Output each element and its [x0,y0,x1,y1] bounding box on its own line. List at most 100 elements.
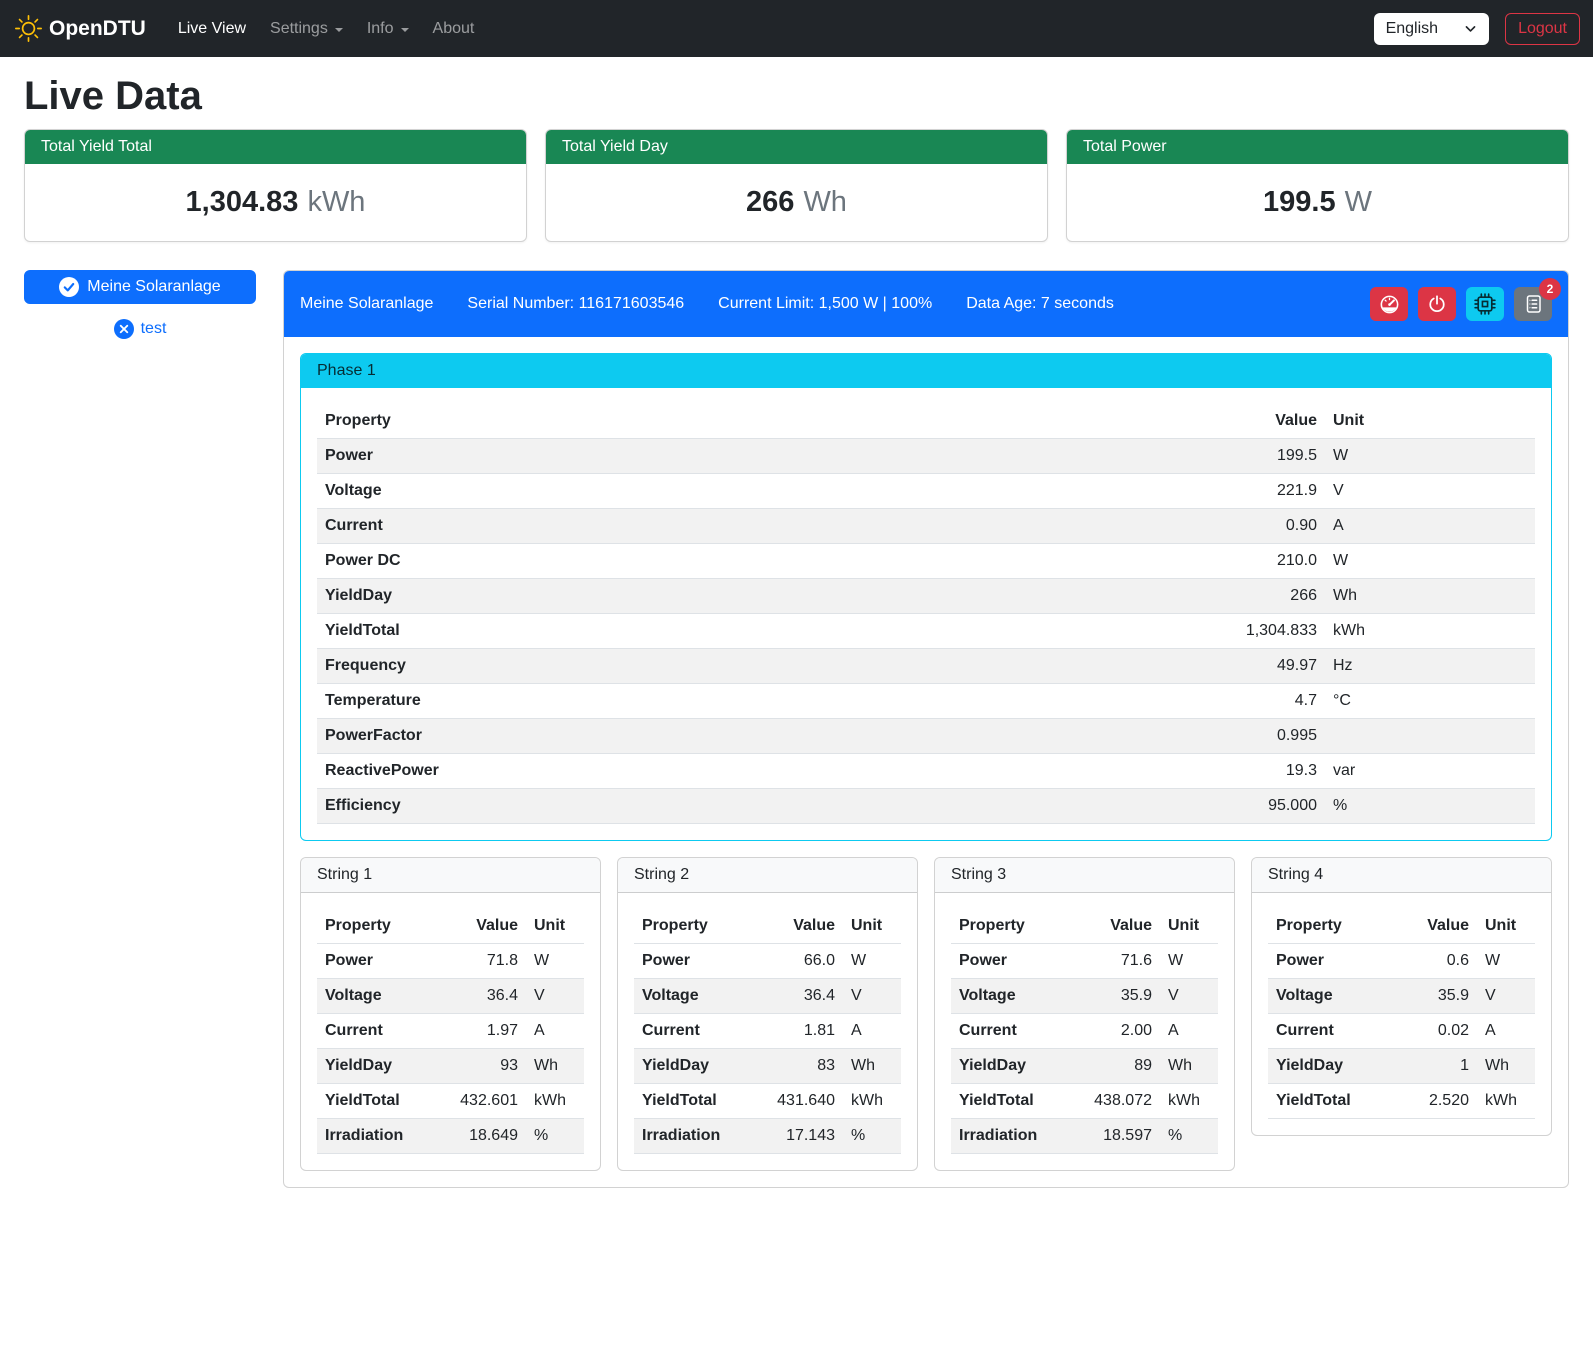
value-cell: 66.0 [759,944,843,979]
property-cell: Power [317,944,442,979]
value-cell: 0.6 [1393,944,1477,979]
power-toggle-button[interactable] [1418,287,1456,321]
property-cell: Voltage [317,474,1185,509]
table-row: ReactivePower19.3var [317,754,1535,789]
event-count-badge[interactable]: 2 [1539,278,1561,300]
table-row: YieldDay89Wh [951,1049,1218,1084]
table-row: Voltage35.9V [951,979,1218,1014]
brand[interactable]: OpenDTU [13,11,154,46]
chevron-down-icon [1464,22,1477,35]
card-value: 266 [746,186,794,219]
value-cell: 0.90 [1185,509,1325,544]
nav-item-info[interactable]: Info [355,12,421,46]
value-cell: 35.9 [1076,979,1160,1014]
inverter-actions: 2 [1370,287,1552,321]
unit-cell: W [526,944,584,979]
unit-cell: Wh [843,1049,901,1084]
sidebar-item-label: test [141,320,167,338]
unit-cell: kWh [1477,1084,1535,1119]
value-cell: 71.8 [442,944,526,979]
total-yield-day-card: Total Yield Day 266 Wh [545,129,1048,242]
unit-cell: °C [1325,684,1535,719]
property-cell: Voltage [317,979,442,1014]
unit-cell: var [1325,754,1535,789]
value-cell: 1.81 [759,1014,843,1049]
property-cell: Irradiation [951,1119,1076,1154]
chevron-down-icon [401,28,409,32]
unit-cell: W [1325,544,1535,579]
unit-cell: V [1325,474,1535,509]
value-cell: 71.6 [1076,944,1160,979]
chevron-down-icon [335,28,343,32]
nav-item-label: Live View [178,20,246,38]
value-cell: 432.601 [442,1084,526,1119]
inverter-sidebar: Meine Solaranlage test [24,270,256,339]
value-cell: 17.143 [759,1119,843,1154]
table-row: YieldTotal2.520kWh [1268,1084,1535,1119]
property-cell: Irradiation [634,1119,759,1154]
value-cell: 95.000 [1185,789,1325,824]
value-cell: 221.9 [1185,474,1325,509]
property-cell: Current [1268,1014,1393,1049]
value-cell: 431.640 [759,1084,843,1119]
string-2-panel: String 2 Property Value Unit [617,857,918,1171]
table-row: Power DC210.0W [317,544,1535,579]
sidebar-item-meine-solaranlage[interactable]: Meine Solaranlage [24,270,256,304]
unit-cell: A [1477,1014,1535,1049]
unit-cell: A [843,1014,901,1049]
string-3-table: Property Value Unit Power71.6WVoltage35.… [951,909,1218,1154]
check-circle-icon [59,277,79,297]
unit-cell: A [1325,509,1535,544]
limit-settings-button[interactable] [1370,287,1408,321]
language-select[interactable]: English [1374,13,1489,45]
property-cell: Current [317,1014,442,1049]
nav-item-about[interactable]: About [421,12,487,46]
col-value: Value [442,909,526,944]
table-row: Voltage221.9V [317,474,1535,509]
col-value: Value [1185,404,1325,439]
col-unit: Unit [1325,404,1535,439]
unit-cell: % [843,1119,901,1154]
table-row: Voltage36.4V [634,979,901,1014]
col-property: Property [317,909,442,944]
table-row: Efficiency95.000% [317,789,1535,824]
string-4-table: Property Value Unit Power0.6WVoltage35.9… [1268,909,1535,1119]
sidebar-item-test[interactable]: test [24,319,256,339]
value-cell: 36.4 [442,979,526,1014]
unit-cell: kWh [1325,614,1535,649]
nav-item-label: About [433,20,475,38]
unit-cell: % [526,1119,584,1154]
table-row: Current0.90A [317,509,1535,544]
sun-icon [15,15,42,42]
value-cell: 1 [1393,1049,1477,1084]
logout-button[interactable]: Logout [1505,13,1580,45]
table-row: Irradiation18.649% [317,1119,584,1154]
string-title: String 4 [1252,858,1551,893]
string-title: String 2 [618,858,917,893]
table-row: Power66.0W [634,944,901,979]
table-row: PowerFactor0.995 [317,719,1535,754]
value-cell: 18.597 [1076,1119,1160,1154]
value-cell: 83 [759,1049,843,1084]
inverter-panel-header: Meine Solaranlage Serial Number: 1161716… [284,271,1568,337]
property-cell: YieldDay [951,1049,1076,1084]
table-row: Voltage36.4V [317,979,584,1014]
string-3-panel: String 3 Property Value Unit [934,857,1235,1171]
device-info-button[interactable] [1466,287,1504,321]
summary-cards: Total Yield Total 1,304.83 kWh Total Yie… [24,129,1569,242]
unit-cell: kWh [843,1084,901,1119]
table-row: YieldTotal432.601kWh [317,1084,584,1119]
nav-item-settings[interactable]: Settings [258,12,355,46]
table-row: Frequency49.97Hz [317,649,1535,684]
nav-item-live-view[interactable]: Live View [166,12,258,46]
table-row: YieldDay83Wh [634,1049,901,1084]
string-1-panel: String 1 Property Value Unit [300,857,601,1171]
value-cell: 36.4 [759,979,843,1014]
property-cell: Power [951,944,1076,979]
phase-table: Property Value Unit Power199.5WVoltage22… [317,404,1535,824]
value-cell: 1.97 [442,1014,526,1049]
property-cell: YieldTotal [634,1084,759,1119]
table-row: YieldTotal431.640kWh [634,1084,901,1119]
property-cell: Frequency [317,649,1185,684]
phase-1-panel: Phase 1 Property Value Unit P [300,353,1552,841]
